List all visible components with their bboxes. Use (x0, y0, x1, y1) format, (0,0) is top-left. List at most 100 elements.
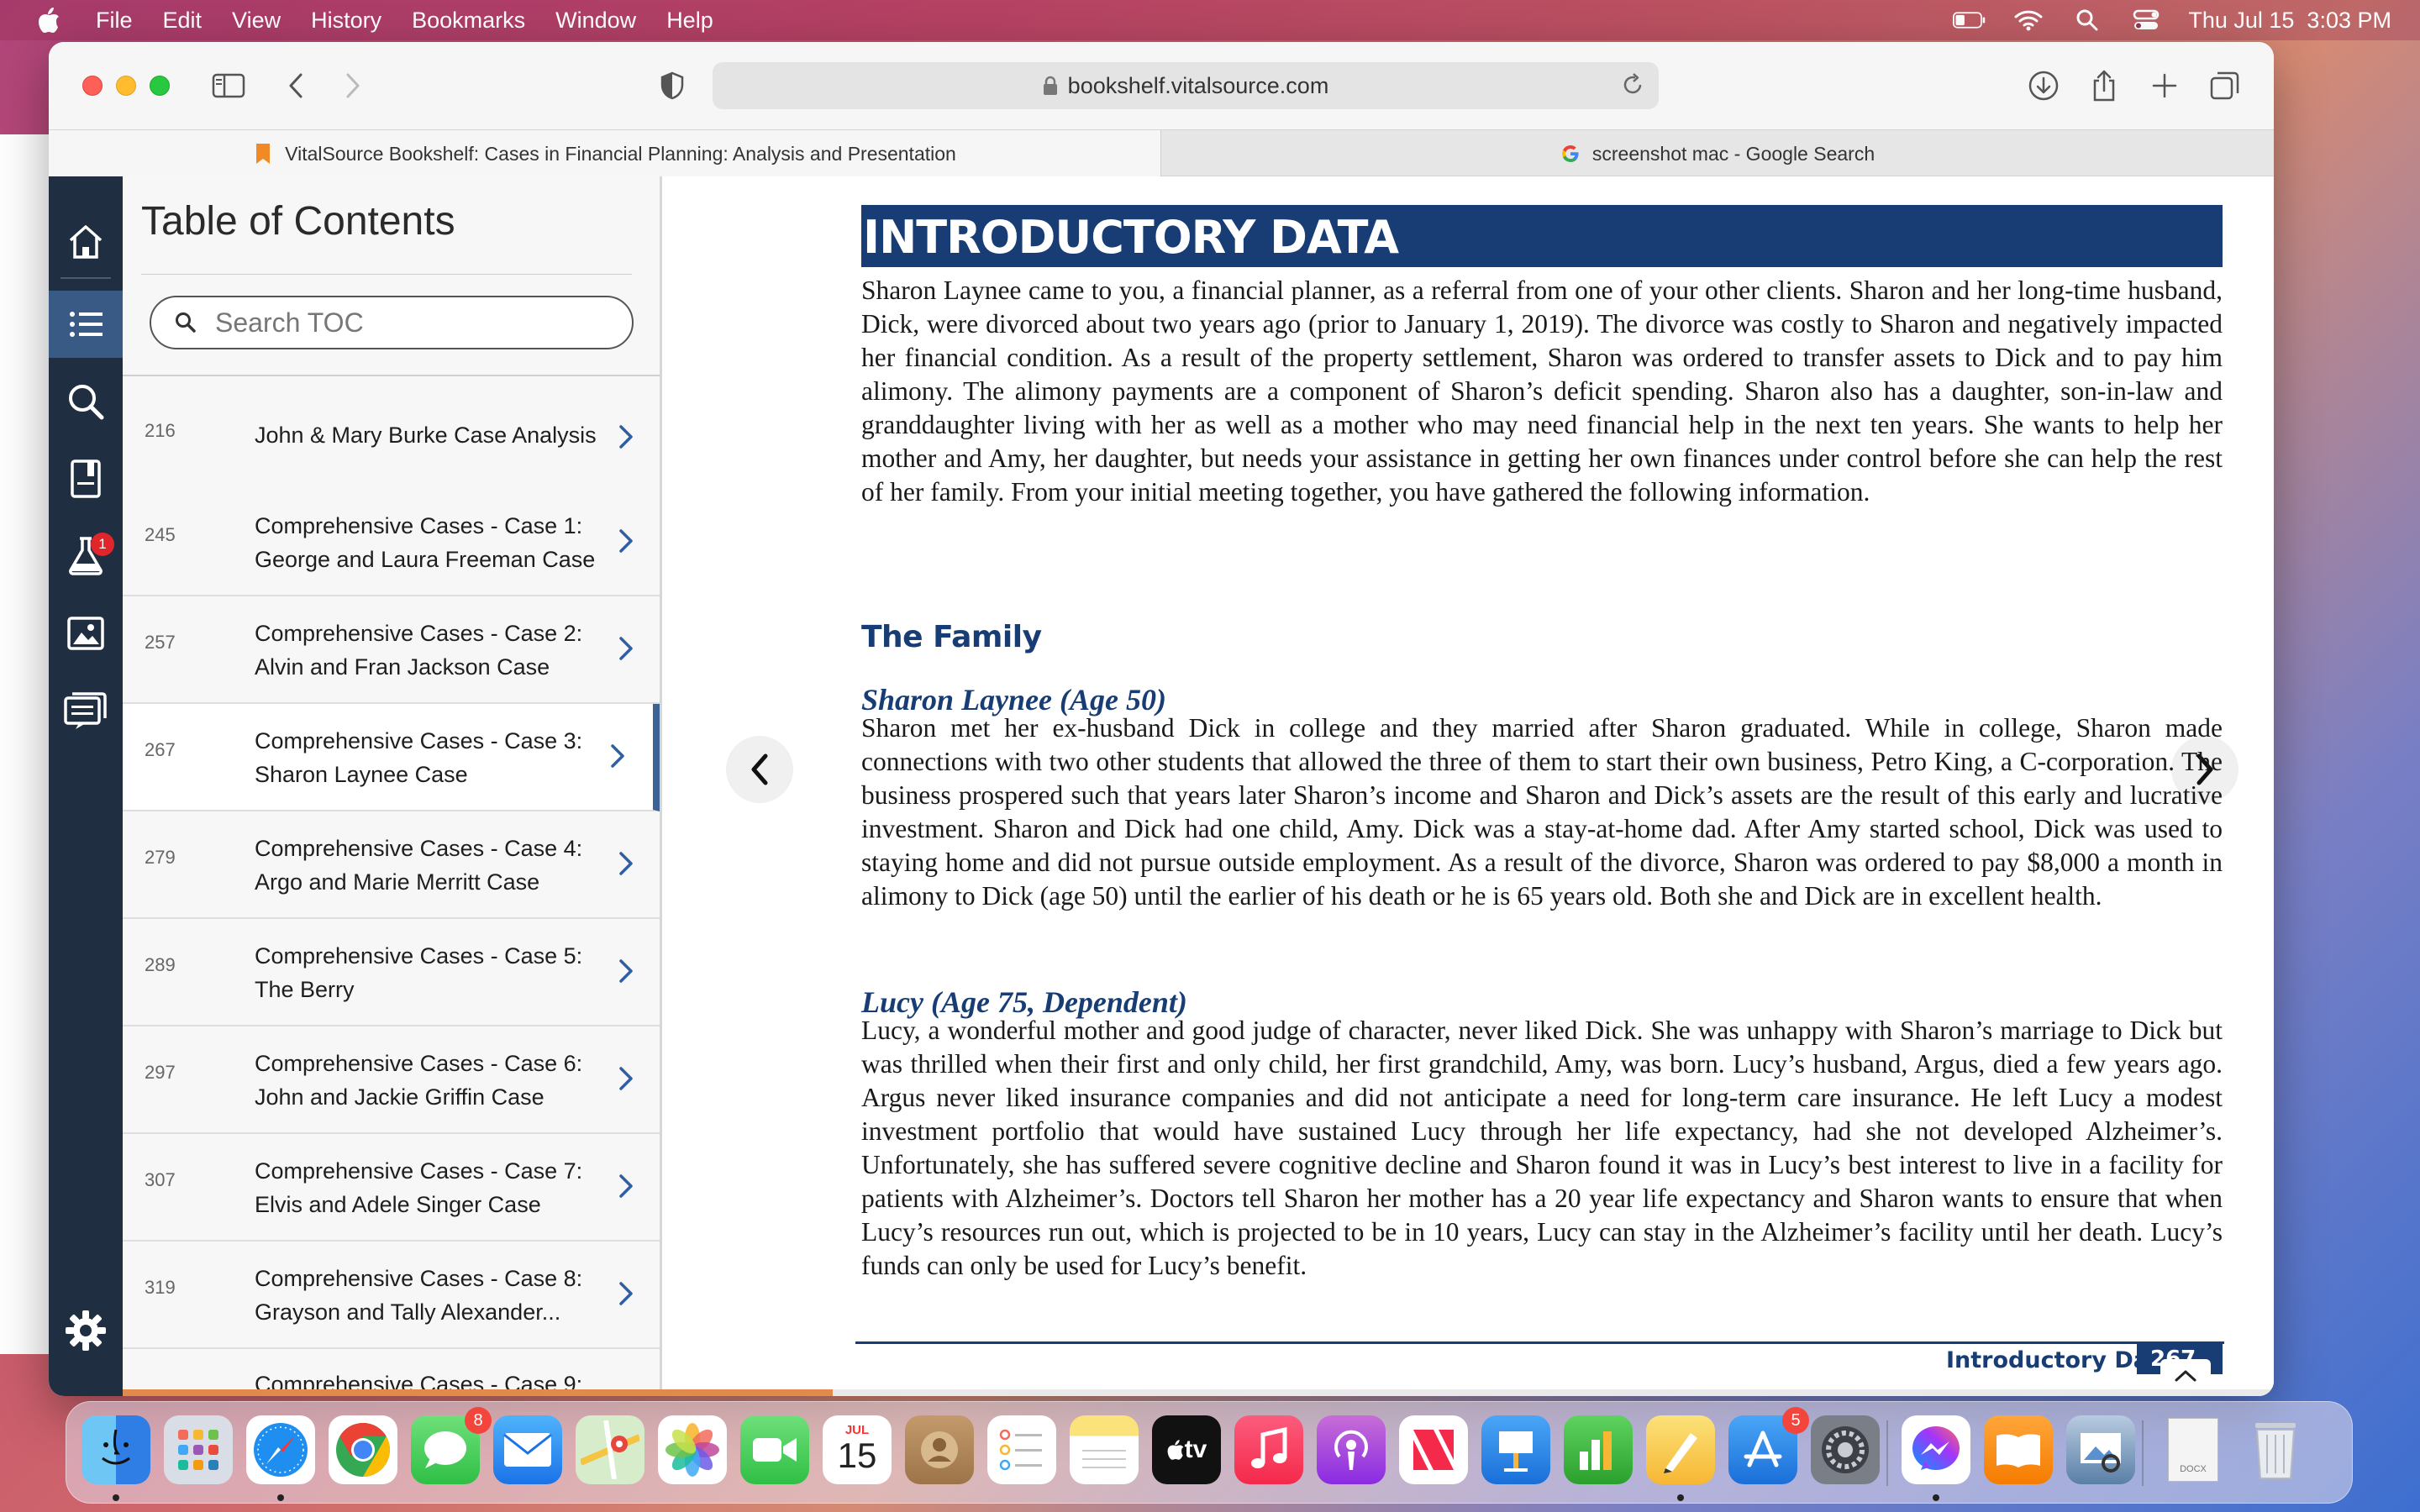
toc-item[interactable]: 279 Comprehensive Cases - Case 4: Argo an… (123, 811, 660, 919)
menu-bar: Safari File Edit View History Bookmarks … (0, 0, 2420, 1354)
toc-item-page-number: 257 (145, 632, 176, 653)
tab-bar: VitalSource Bookshelf: Cases in Financia… (49, 129, 2274, 177)
mail-icon[interactable] (493, 1415, 562, 1484)
menubar-clock[interactable]: Thu Jul 15 3:03 PM (2188, 8, 2391, 34)
safari-icon[interactable] (246, 1415, 315, 1484)
tab-overview-icon[interactable] (2205, 66, 2245, 106)
spotlight-search-icon[interactable] (2070, 8, 2104, 33)
menu-help[interactable]: Help (666, 8, 713, 34)
facetime-icon[interactable] (740, 1415, 809, 1484)
menu-file[interactable]: File (96, 8, 133, 34)
tab-google-search[interactable]: screenshot mac - Google Search (1161, 130, 2274, 177)
lab-flask-icon[interactable]: 1 (49, 522, 123, 590)
sidebar-toggle-icon[interactable] (208, 66, 249, 106)
trash-icon[interactable] (2241, 1415, 2310, 1484)
notebook-icon[interactable] (49, 445, 123, 512)
toc-search-input[interactable] (215, 307, 618, 339)
calendar-day: 15 (837, 1435, 877, 1475)
intro-paragraph: Sharon Laynee came to you, a financial p… (861, 276, 2223, 507)
contacts-icon[interactable] (905, 1415, 974, 1484)
toc-item[interactable]: 216 John & Mary Burke Case Analysis (123, 385, 660, 492)
toc-item[interactable]: 297 Comprehensive Cases - Case 6: John an… (123, 1026, 660, 1134)
menu-window[interactable]: Window (555, 8, 636, 34)
toc-item[interactable]: 257 Comprehensive Cases - Case 2: Alvin a… (123, 596, 660, 704)
menu-bookmarks[interactable]: Bookmarks (412, 8, 525, 34)
toc-item-page-number: 267 (145, 739, 176, 760)
podcasts-icon[interactable] (1317, 1415, 1386, 1484)
maps-icon[interactable] (576, 1415, 644, 1484)
finder-icon[interactable] (82, 1415, 150, 1484)
close-window-button[interactable] (82, 76, 103, 96)
reader-icon-sidebar: 1 (49, 176, 123, 1396)
home-icon[interactable] (49, 208, 123, 276)
tab-vitalsource[interactable]: VitalSource Bookshelf: Cases in Financia… (49, 130, 1161, 177)
new-tab-icon[interactable] (2144, 66, 2185, 106)
page-footer-rule (855, 1341, 2224, 1344)
toc-item-label: Comprehensive Cases - Case 7: Elvis and … (255, 1158, 583, 1217)
toc-item[interactable]: 267 Comprehensive Cases - Case 3: Sharon … (123, 704, 660, 811)
figures-image-icon[interactable] (49, 600, 123, 667)
notes-icon[interactable] (1070, 1415, 1139, 1484)
toc-item-page-number: 279 (145, 847, 176, 868)
dock-separator (1886, 1420, 1888, 1486)
keynote-icon[interactable] (1481, 1415, 1550, 1484)
tab-title: screenshot mac - Google Search (1591, 142, 1876, 165)
privacy-shield-icon[interactable] (652, 66, 692, 106)
reminders-icon[interactable] (987, 1415, 1056, 1484)
chevron-right-icon (613, 632, 639, 665)
app-store-badge: 5 (1782, 1407, 1809, 1434)
numbers-icon[interactable] (1564, 1415, 1633, 1484)
menu-history[interactable]: History (311, 8, 381, 34)
battery-icon[interactable] (1953, 8, 1986, 33)
toc-item[interactable]: 307 Comprehensive Cases - Case 7: Elvis a… (123, 1134, 660, 1242)
google-favicon-icon (1560, 143, 1581, 165)
table-of-contents-icon[interactable] (49, 291, 123, 358)
address-bar[interactable]: bookshelf.vitalsource.com (713, 62, 1659, 109)
calendar-icon[interactable]: JUL 15 (823, 1415, 892, 1484)
window-controls (82, 76, 170, 96)
zoom-window-button[interactable] (150, 76, 170, 96)
search-icon[interactable] (49, 368, 123, 435)
toc-item-page-number: 297 (145, 1062, 176, 1083)
control-center-icon[interactable] (2129, 8, 2163, 33)
toc-search-box[interactable] (150, 296, 634, 349)
chrome-icon[interactable] (329, 1415, 397, 1484)
toc-item-label: Comprehensive Cases - Case 4: Argo and M… (255, 836, 583, 895)
pages-icon[interactable] (1646, 1415, 1715, 1484)
photos-icon[interactable] (658, 1415, 727, 1484)
reading-progress-bar[interactable] (123, 1389, 2274, 1396)
toc-item[interactable]: 245 Comprehensive Cases - Case 1: George … (123, 489, 660, 596)
preview-icon[interactable] (2066, 1415, 2135, 1484)
books-icon[interactable] (1984, 1415, 2053, 1484)
apple-menu-icon[interactable] (32, 3, 66, 37)
system-preferences-icon[interactable] (1811, 1415, 1880, 1484)
share-icon[interactable] (2084, 66, 2124, 106)
docx-file-icon[interactable]: DOCX (2159, 1415, 2228, 1484)
menu-view[interactable]: View (232, 8, 281, 34)
minimize-window-button[interactable] (116, 76, 136, 96)
toc-item[interactable]: 289 Comprehensive Cases - Case 5: The Ber… (123, 919, 660, 1026)
launchpad-icon[interactable] (164, 1415, 233, 1484)
toc-list-divider (123, 375, 660, 376)
back-button[interactable] (276, 66, 316, 106)
calendar-month: JUL (844, 1422, 870, 1437)
settings-gear-icon[interactable] (49, 1297, 123, 1364)
apple-tv-icon[interactable]: tv (1152, 1415, 1221, 1484)
flashcards-icon[interactable] (49, 677, 123, 744)
scroll-up-button[interactable] (2160, 1359, 2211, 1393)
news-icon[interactable] (1399, 1415, 1468, 1484)
wifi-icon[interactable] (2012, 8, 2045, 33)
menu-edit[interactable]: Edit (163, 8, 203, 34)
toc-item[interactable]: 319 Comprehensive Cases - Case 8: Grayson… (123, 1242, 660, 1349)
chevron-right-icon (613, 1169, 639, 1203)
messenger-icon[interactable] (1902, 1415, 1970, 1484)
toc-item-page-number: 245 (145, 524, 176, 545)
music-icon[interactable] (1234, 1415, 1303, 1484)
messages-badge: 8 (465, 1407, 492, 1434)
reload-icon[interactable] (1620, 72, 1645, 97)
previous-page-button[interactable] (726, 736, 793, 803)
forward-button[interactable] (333, 66, 373, 106)
reading-progress-fill (123, 1389, 833, 1396)
toc-item-label: Comprehensive Cases - Case 8: Grayson an… (255, 1266, 583, 1325)
downloads-icon[interactable] (2023, 66, 2064, 106)
